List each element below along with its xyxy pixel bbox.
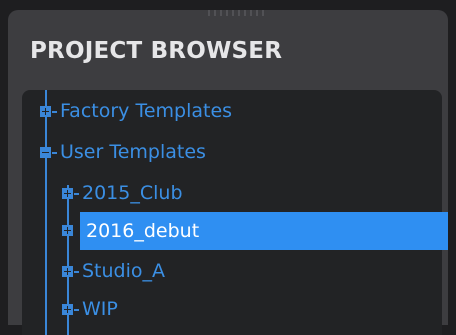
project-tree: Factory Templates User Templates 2015_Cl…: [22, 90, 448, 335]
tree-item-label: 2016_debut: [86, 220, 200, 242]
tree-item-label: 2015_Club: [82, 182, 183, 204]
tree-item-label: User Templates: [60, 141, 206, 163]
panel-title: PROJECT BROWSER: [30, 38, 283, 64]
collapse-icon[interactable]: [40, 147, 51, 158]
tree-item-studio-a[interactable]: Studio_A: [82, 256, 165, 286]
project-browser-panel: PROJECT BROWSER Factory Templates User T…: [8, 10, 448, 335]
tree-item-user-templates[interactable]: User Templates: [60, 137, 206, 167]
tree-connector-tick: [74, 193, 79, 195]
tree-item-2016-debut[interactable]: 2016_debut: [80, 212, 448, 250]
tree-item-label: WIP: [82, 298, 118, 320]
expand-icon[interactable]: [62, 188, 73, 199]
tree-item-wip[interactable]: WIP: [82, 294, 118, 324]
tree-connector-tick: [52, 152, 57, 154]
tree-connector-line: [45, 90, 47, 335]
tree-item-factory-templates[interactable]: Factory Templates: [60, 96, 232, 126]
expand-icon[interactable]: [62, 225, 73, 236]
tree-connector-tick: [74, 309, 79, 311]
tree-item-2015-club[interactable]: 2015_Club: [82, 178, 183, 208]
expand-icon[interactable]: [40, 106, 51, 117]
tree-item-label: Studio_A: [82, 260, 166, 282]
resize-grip[interactable]: [208, 10, 268, 16]
tree-item-label: Factory Templates: [60, 100, 233, 122]
tree-connector-tick: [74, 271, 79, 273]
expand-icon[interactable]: [62, 304, 73, 315]
expand-icon[interactable]: [62, 266, 73, 277]
tree-connector-tick: [52, 111, 57, 113]
